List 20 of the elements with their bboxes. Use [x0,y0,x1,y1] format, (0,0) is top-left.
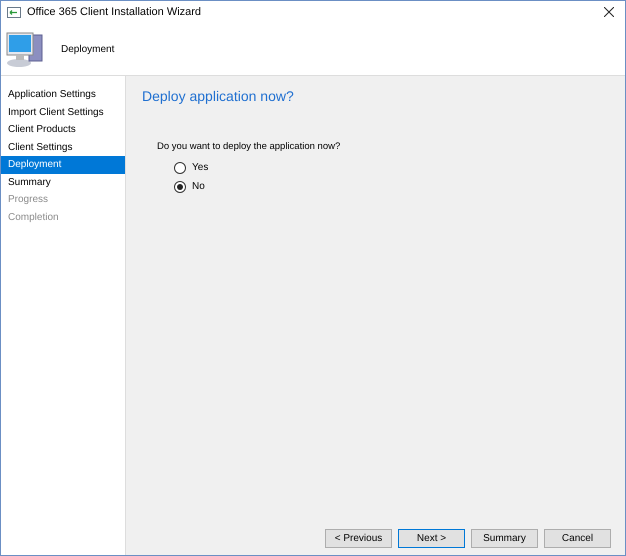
option-label: No [192,181,205,192]
wizard-button[interactable]: < Previous [325,529,392,548]
wizard-step[interactable]: Summary [1,174,125,191]
window-icon [7,6,21,18]
window-title: Office 365 Client Installation Wizard [27,6,202,18]
radio-button[interactable] [174,162,186,174]
wizard-step[interactable]: Client Products [1,121,125,138]
wizard-step[interactable]: Import Client Settings [1,104,125,121]
question-text: Do you want to deploy the application now? [157,141,342,152]
wizard-button[interactable]: Cancel [544,529,611,548]
wizard-step[interactable]: Application Settings [1,86,125,104]
page-heading: Deploy application now? [142,88,295,104]
wizard-step[interactable]: Client Settings [1,138,125,156]
header-title: Deployment [61,44,114,54]
wizard-button[interactable]: Next > [398,529,465,548]
option-label: Yes [192,162,208,173]
wizard-button[interactable]: Summary [471,529,538,548]
wizard-step[interactable]: Deployment [1,156,125,174]
close-icon[interactable] [604,7,614,17]
radio-button[interactable] [174,180,186,192]
